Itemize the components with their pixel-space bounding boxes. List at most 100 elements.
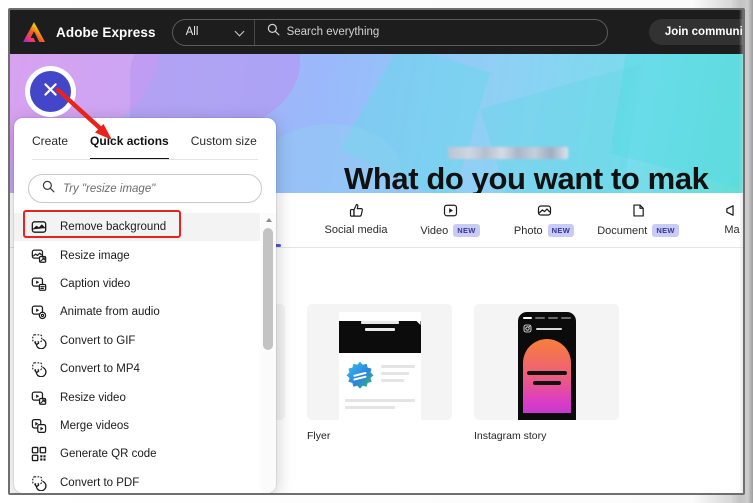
tab-quick-actions[interactable]: Quick actions — [90, 134, 169, 160]
quick-action-label: Resize image — [60, 249, 130, 262]
quick-actions-list-container: Remove background Resize image Caption v… — [14, 210, 276, 493]
quick-actions-list: Remove background Resize image Caption v… — [14, 210, 260, 493]
quick-action-label: Convert to MP4 — [60, 363, 140, 376]
convert-to-pdf-icon — [30, 474, 47, 491]
badge-seal-icon — [346, 361, 373, 389]
quick-action-label: Animate from audio — [60, 306, 160, 319]
quick-action-resize-video[interactable]: Resize video — [14, 383, 260, 411]
quick-actions-dropdown-panel: Create Quick actions Custom size Try "re… — [14, 118, 276, 493]
new-badge: NEW — [547, 224, 575, 237]
close-button[interactable] — [30, 71, 71, 112]
convert-to-mp4-icon — [30, 361, 47, 378]
placeholder-line — [344, 406, 395, 409]
thumbnail-art — [338, 312, 421, 420]
placeholder-line — [360, 321, 399, 324]
category-label: Ma — [724, 224, 740, 236]
adobe-express-logo-icon[interactable] — [22, 21, 46, 43]
category-tab-social-media[interactable]: Social media — [309, 193, 403, 247]
placeholder-line — [535, 327, 562, 330]
tab-divider — [32, 159, 258, 160]
close-icon — [42, 81, 59, 103]
quick-action-caption-video[interactable]: Caption video — [14, 270, 260, 298]
quick-action-generate-qr-code[interactable]: Generate QR code — [14, 440, 260, 468]
scroll-up-arrow-icon[interactable] — [261, 213, 276, 226]
play-square-icon — [443, 200, 458, 221]
resize-image-icon — [30, 247, 47, 264]
category-label: Social media — [324, 224, 388, 236]
quick-actions-search-placeholder: Try "resize image" — [63, 182, 156, 195]
category-label: Video — [420, 224, 449, 237]
search-filter-dropdown[interactable]: All — [173, 19, 255, 45]
quick-actions-search-input[interactable]: Try "resize image" — [28, 174, 262, 203]
search-placeholder: Search everything — [286, 26, 380, 38]
tab-custom-size[interactable]: Custom size — [191, 134, 257, 160]
placeholder-line — [344, 399, 415, 402]
category-tab-photo[interactable]: Photo NEW — [497, 193, 591, 247]
category-label: Document — [597, 224, 648, 237]
join-community-button[interactable]: Join community — [648, 19, 743, 45]
story-progress-bars — [522, 317, 571, 319]
story-gradient-art — [522, 339, 571, 413]
quick-action-animate-from-audio[interactable]: Animate from audio — [14, 298, 260, 326]
tab-create[interactable]: Create — [32, 134, 68, 160]
search-input[interactable]: Search everything — [255, 20, 607, 45]
placeholder-line — [364, 328, 395, 331]
thumbnail-header — [338, 321, 421, 353]
animate-from-audio-icon — [30, 304, 47, 321]
category-tab-video[interactable]: Video NEW — [403, 193, 497, 247]
placeholder-line — [526, 371, 567, 375]
quick-action-label: Caption video — [60, 277, 131, 290]
quick-action-label: Convert to PDF — [60, 476, 140, 489]
convert-to-gif-icon — [30, 332, 47, 349]
search-icon — [42, 180, 55, 198]
quick-action-label: Merge videos — [60, 419, 130, 432]
category-label: Photo — [513, 224, 543, 237]
category-tab-marketing[interactable]: Ma — [685, 193, 743, 247]
quick-actions-scrollbar[interactable] — [261, 213, 276, 493]
quick-action-convert-to-pdf[interactable]: Convert to PDF — [14, 469, 260, 493]
search-filter-value: All — [185, 26, 199, 38]
placeholder-line — [380, 372, 410, 375]
brand-title: Adobe Express — [56, 24, 156, 40]
quick-action-resize-image[interactable]: Resize image — [14, 241, 260, 269]
flyer-thumbnail — [307, 304, 452, 420]
merge-videos-icon — [30, 417, 47, 434]
qr-code-icon — [30, 446, 47, 463]
caption-video-icon — [30, 275, 47, 292]
quick-action-label: Generate QR code — [60, 448, 157, 461]
page-title: What do you want to mak — [344, 161, 709, 193]
category-tab-document[interactable]: Document NEW — [591, 193, 685, 247]
template-card[interactable]: Flyer — [307, 304, 452, 442]
adobe-express-app: Adobe Express All Search everything Join… — [10, 10, 743, 493]
template-card-label: Flyer — [307, 430, 331, 442]
quick-action-convert-to-gif[interactable]: Convert to GIF — [14, 327, 260, 355]
quick-action-label: Resize video — [60, 391, 126, 404]
redacted-username-text — [448, 147, 568, 159]
top-navigation-bar: Adobe Express All Search everything Join… — [10, 10, 743, 54]
megaphone-icon — [725, 200, 740, 221]
template-card-label: Instagram story — [474, 430, 547, 442]
template-card[interactable]: Instagram story — [474, 304, 619, 442]
placeholder-line — [380, 379, 405, 382]
thumbs-up-icon — [349, 200, 364, 221]
quick-action-remove-background[interactable]: Remove background — [14, 210, 260, 242]
screenshot-root: Adobe Express All Search everything Join… — [0, 0, 753, 503]
quick-action-convert-to-mp4[interactable]: Convert to MP4 — [14, 355, 260, 383]
scrollbar-thumb[interactable] — [263, 228, 273, 350]
thumbnail-art — [517, 312, 576, 420]
quick-action-label: Remove background — [60, 221, 167, 234]
remove-background-icon — [30, 219, 47, 236]
search-icon — [267, 23, 280, 41]
join-community-label: Join community — [664, 26, 743, 38]
placeholder-line — [380, 365, 415, 368]
global-search-bar: All Search everything — [171, 18, 608, 46]
document-icon — [631, 200, 646, 221]
new-badge: NEW — [652, 224, 679, 237]
chevron-down-icon — [236, 28, 245, 37]
instagram-story-thumbnail — [474, 304, 619, 420]
quick-action-label: Convert to GIF — [60, 334, 136, 347]
instagram-icon — [523, 324, 531, 333]
resize-video-icon — [30, 389, 47, 406]
new-badge: NEW — [453, 224, 480, 237]
quick-action-merge-videos[interactable]: Merge videos — [14, 412, 260, 440]
